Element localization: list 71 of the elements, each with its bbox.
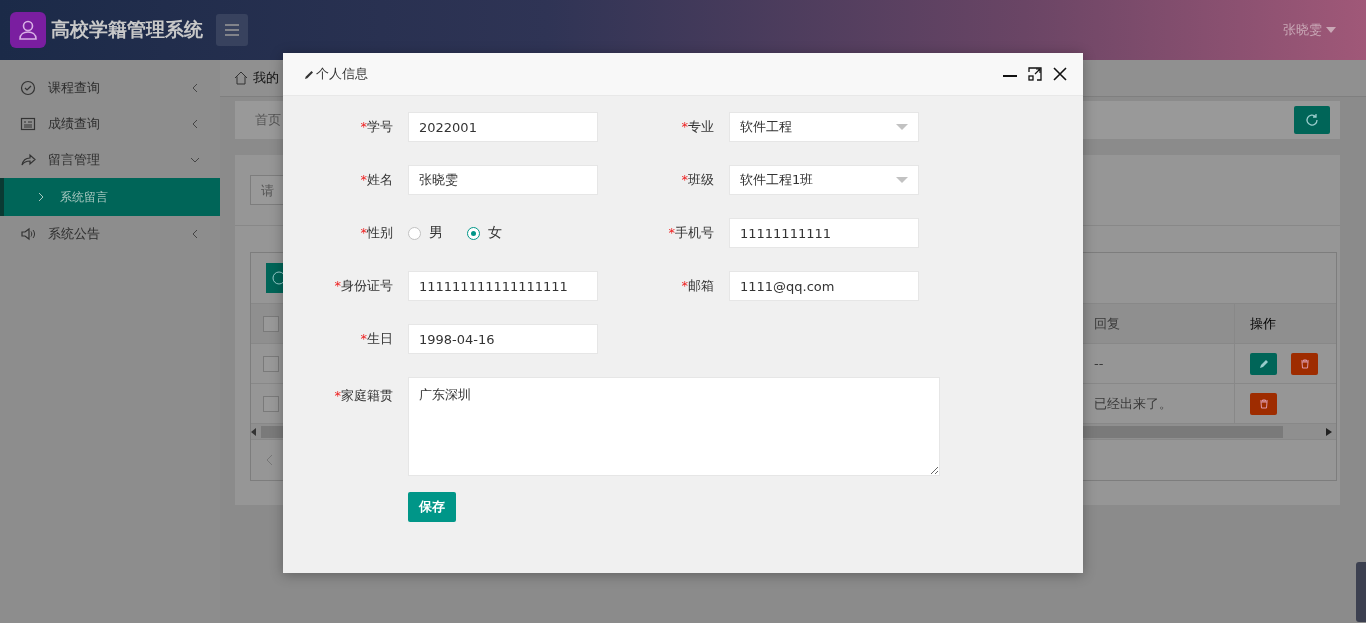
close-button[interactable] <box>1053 67 1067 81</box>
minimize-icon <box>1003 75 1017 77</box>
menu-icon <box>225 24 239 36</box>
chevron-icon <box>190 83 200 93</box>
home-icon <box>234 71 248 85</box>
text-field[interactable]: 张晓雯 <box>408 165 598 195</box>
sidebar-item[interactable]: 留言管理 <box>0 142 220 178</box>
column-header: 回复 <box>1093 314 1121 333</box>
field-label: *班级 <box>680 171 714 189</box>
field-label: *邮箱 <box>680 277 714 295</box>
breadcrumb-text: 我的 <box>253 69 279 87</box>
meter-icon <box>1356 562 1366 622</box>
scroll-right-icon <box>1326 427 1332 436</box>
id-card-icon <box>20 116 36 132</box>
dropdown-caret-icon <box>896 123 908 131</box>
sidebar-subitem[interactable]: 系统留言 <box>0 178 220 216</box>
refresh-button[interactable] <box>1294 106 1330 134</box>
caret-icon <box>1326 27 1336 33</box>
field-label: *姓名 <box>359 171 393 189</box>
dropdown-caret-icon <box>896 176 908 184</box>
maximize-button[interactable] <box>1027 66 1043 82</box>
delete-button[interactable] <box>1250 392 1277 415</box>
row-checkbox[interactable] <box>263 395 279 412</box>
field-label: *身份证号 <box>333 277 393 295</box>
select-all-checkbox[interactable] <box>263 315 279 332</box>
radio-option[interactable]: 女 <box>467 224 502 242</box>
trash-icon <box>1299 358 1310 369</box>
speaker-icon <box>20 226 36 242</box>
save-button[interactable]: 保存 <box>408 492 456 522</box>
text-area[interactable]: 广东深圳 <box>408 377 940 476</box>
text-field[interactable]: 1998-04-16 <box>408 324 598 354</box>
share-arrow-icon <box>20 152 36 168</box>
refresh-icon <box>1305 113 1319 127</box>
select-field[interactable]: 软件工程1班 <box>729 165 919 195</box>
chevron-icon <box>190 229 200 239</box>
chevron-icon <box>190 119 200 129</box>
sidebar-item[interactable]: 成绩查询 <box>0 106 220 142</box>
maximize-icon <box>1027 66 1043 82</box>
pencil-icon <box>305 69 314 79</box>
delete-button[interactable] <box>1291 352 1318 375</box>
text-field[interactable]: 111111111111111111 <box>408 271 598 301</box>
dialog-title: 个人信息 <box>305 65 368 83</box>
field-label: *家庭籍贯 <box>333 387 393 405</box>
text-field[interactable]: 11111111111 <box>729 218 919 248</box>
sidebar-item[interactable]: 系统公告 <box>0 216 220 252</box>
check-badge-icon <box>20 80 36 96</box>
app-title: 高校学籍管理系统 <box>51 17 204 42</box>
row-checkbox[interactable] <box>263 355 279 372</box>
field-label: *专业 <box>680 118 714 136</box>
select-field[interactable]: 软件工程 <box>729 112 919 142</box>
edit-button[interactable] <box>1250 352 1277 375</box>
previous-page-icon[interactable] <box>265 454 273 466</box>
chevron-icon <box>190 155 200 165</box>
text-field[interactable]: 2022001 <box>408 112 598 142</box>
field-label: *生日 <box>359 330 393 348</box>
field-label: *手机号 <box>667 224 714 242</box>
trash-icon <box>1258 398 1269 409</box>
user-logo-icon <box>10 12 46 48</box>
column-header: 操作 <box>1234 304 1336 343</box>
scroll-left-icon <box>251 427 257 436</box>
sidebar-item[interactable]: 课程查询 <box>0 70 220 106</box>
table-cell-text: -- <box>1093 355 1105 373</box>
text-field[interactable]: 1111@qq.com <box>729 271 919 301</box>
radio-option[interactable]: 男 <box>408 224 443 242</box>
table-cell-text: 已经出来了。 <box>1093 394 1173 413</box>
pencil-icon <box>1258 358 1269 369</box>
menu-button[interactable] <box>216 14 248 46</box>
field-label: *性别 <box>359 224 393 242</box>
field-label: *学号 <box>359 118 393 136</box>
chevron-icon <box>36 192 46 202</box>
close-icon <box>1053 67 1067 81</box>
